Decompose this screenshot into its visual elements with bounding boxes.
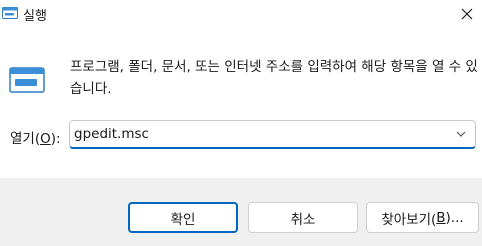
- close-icon: [461, 8, 473, 20]
- dialog-content: 프로그램, 폴더, 문서, 또는 인터넷 주소를 입력하여 해당 항목을 열 수…: [0, 28, 482, 178]
- button-bar: 확인 취소 찾아보기(B)...: [0, 178, 482, 246]
- run-program-icon: [9, 67, 45, 93]
- open-label-accesskey: O: [40, 131, 51, 147]
- ok-button[interactable]: 확인: [128, 202, 238, 233]
- browse-label-accesskey: B: [436, 209, 446, 226]
- cancel-button[interactable]: 취소: [248, 202, 358, 233]
- open-input[interactable]: [74, 121, 444, 147]
- title-bar: 실행: [0, 0, 482, 28]
- open-label: 열기(O):: [10, 127, 61, 147]
- open-combobox[interactable]: [69, 120, 476, 149]
- open-label-prefix: 열기(: [10, 131, 41, 147]
- browse-label-suffix: )...: [445, 209, 464, 226]
- window-title: 실행: [23, 9, 47, 24]
- chevron-down-icon[interactable]: [455, 129, 467, 139]
- close-button[interactable]: [452, 0, 482, 28]
- run-window-icon: [2, 7, 18, 19]
- open-label-suffix: ):: [50, 131, 61, 147]
- browse-label-prefix: 찾아보기(: [381, 211, 437, 228]
- description-text: 프로그램, 폴더, 문서, 또는 인터넷 주소를 입력하여 해당 항목을 열 수…: [70, 59, 478, 97]
- browse-button[interactable]: 찾아보기(B)...: [366, 202, 479, 233]
